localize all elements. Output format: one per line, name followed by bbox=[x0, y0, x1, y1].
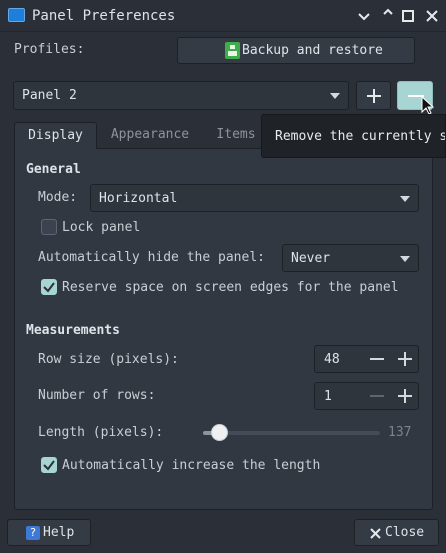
length-slider-handle[interactable] bbox=[210, 424, 228, 441]
tooltip: Remove the currently selected panel bbox=[261, 114, 446, 158]
measurements-heading: Measurements bbox=[26, 323, 120, 338]
length-slider-track[interactable] bbox=[203, 431, 380, 435]
row-size-label: Row size (pixels): bbox=[38, 352, 179, 367]
plus-icon bbox=[398, 352, 412, 366]
autohide-select-value: Never bbox=[291, 251, 331, 266]
panel-select[interactable]: Panel 2 bbox=[13, 81, 349, 110]
mode-label: Mode: bbox=[38, 190, 78, 205]
mode-select[interactable]: Horizontal bbox=[90, 184, 419, 212]
minus-icon bbox=[370, 358, 384, 360]
help-icon: ? bbox=[26, 526, 40, 540]
close-icon[interactable] bbox=[424, 8, 440, 24]
tab-appearance[interactable]: Appearance bbox=[104, 122, 196, 149]
rows-value: 1 bbox=[324, 389, 332, 404]
backup-restore-label: Backup and restore bbox=[242, 43, 383, 58]
row-size-decrement-button[interactable] bbox=[364, 346, 390, 372]
checkmark-icon bbox=[43, 282, 55, 293]
rows-increment-button[interactable] bbox=[392, 383, 418, 409]
close-label: Close bbox=[385, 525, 425, 540]
length-label: Length (pixels): bbox=[38, 425, 164, 440]
help-label: Help bbox=[43, 525, 75, 540]
tooltip-text: Remove the currently selected panel bbox=[275, 129, 445, 144]
add-panel-button[interactable] bbox=[356, 81, 391, 110]
general-heading: General bbox=[26, 162, 81, 177]
plus-icon bbox=[398, 389, 412, 403]
reserve-space-checkbox[interactable] bbox=[41, 279, 57, 295]
maximize-icon[interactable] bbox=[400, 8, 416, 24]
close-button[interactable]: Close bbox=[354, 519, 439, 546]
plus-icon bbox=[367, 89, 381, 103]
autohide-select[interactable]: Never bbox=[282, 244, 419, 272]
chevron-down-icon bbox=[400, 256, 410, 262]
tab-display[interactable]: Display bbox=[14, 122, 97, 149]
minus-icon bbox=[370, 395, 384, 397]
rows-decrement-button[interactable] bbox=[364, 383, 390, 409]
backup-icon bbox=[225, 42, 240, 59]
profiles-label: Profiles: bbox=[14, 42, 85, 57]
close-icon bbox=[370, 528, 381, 539]
mouse-cursor-icon bbox=[421, 96, 435, 115]
backup-restore-button[interactable]: Backup and restore bbox=[177, 37, 415, 64]
row-size-stepper[interactable]: 48 bbox=[314, 345, 419, 373]
restore-icon[interactable] bbox=[380, 8, 396, 24]
panel-select-value: Panel 2 bbox=[22, 88, 77, 103]
chevron-down-icon bbox=[330, 93, 340, 99]
autohide-label: Automatically hide the panel: bbox=[38, 250, 265, 265]
rows-label: Number of rows: bbox=[38, 388, 156, 403]
reserve-space-label: Reserve space on screen edges for the pa… bbox=[62, 280, 399, 295]
length-value: 137 bbox=[388, 425, 412, 440]
rows-stepper[interactable]: 1 bbox=[314, 382, 419, 410]
app-icon bbox=[8, 8, 25, 22]
mode-select-value: Horizontal bbox=[99, 191, 178, 206]
lock-panel-label: Lock panel bbox=[62, 220, 141, 235]
title-bar: Panel Preferences bbox=[0, 0, 446, 32]
chevron-down-icon bbox=[400, 196, 410, 202]
auto-length-checkbox[interactable] bbox=[41, 457, 57, 473]
minimize-icon[interactable] bbox=[356, 8, 372, 24]
window-title: Panel Preferences bbox=[32, 8, 176, 24]
tab-items[interactable]: Items bbox=[210, 122, 262, 149]
row-size-increment-button[interactable] bbox=[392, 346, 418, 372]
lock-panel-checkbox[interactable] bbox=[41, 219, 57, 235]
checkmark-icon bbox=[43, 460, 55, 471]
row-size-value: 48 bbox=[324, 352, 340, 367]
help-button[interactable]: ? Help bbox=[7, 519, 91, 546]
auto-length-label: Automatically increase the length bbox=[62, 458, 321, 473]
